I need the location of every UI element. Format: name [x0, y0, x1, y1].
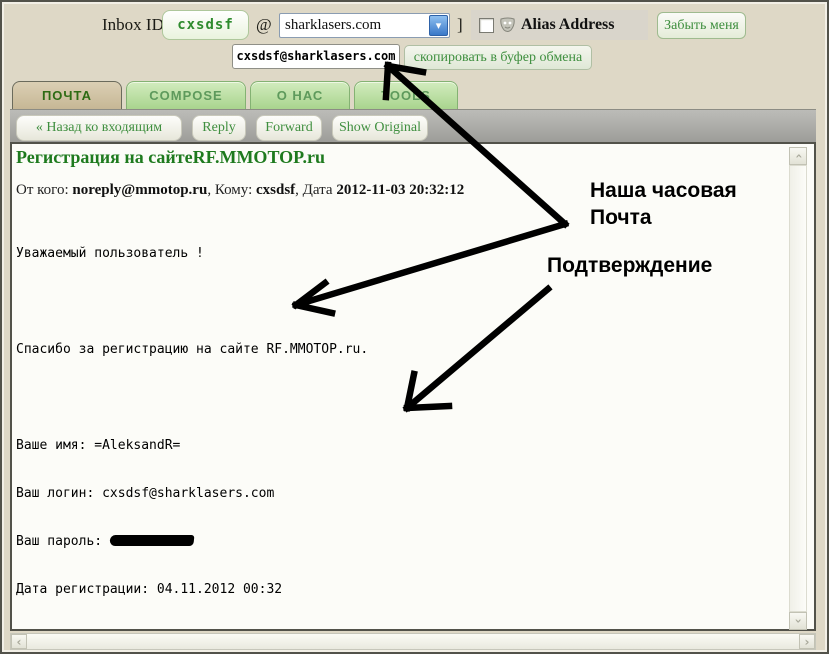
forward-button[interactable]: Forward: [256, 115, 322, 141]
alias-address-label: Alias Address: [521, 16, 615, 33]
email-subject: Регистрация на сайтеRF.MMOTOP.ru: [16, 147, 325, 167]
tab-compose[interactable]: COMPOSE: [126, 81, 246, 109]
copy-to-clipboard-button[interactable]: скопировать в буфер обмена: [404, 45, 592, 70]
body-line: Ваше имя: =AleksandR=: [16, 438, 181, 453]
bracket-close: ]: [457, 15, 463, 34]
at-symbol: @: [256, 15, 272, 34]
from-label: От кого:: [16, 182, 69, 198]
domain-select[interactable]: sharklasers.com ▾: [279, 13, 450, 38]
email-from-line: От кого: noreply@mmotop.ru, Кому: cxsdsf…: [16, 182, 464, 199]
email-body: Уважаемый пользователь ! Спасибо за реги…: [16, 214, 400, 652]
scroll-right-button[interactable]: ›: [799, 634, 815, 649]
forget-me-button[interactable]: Забыть меня: [657, 12, 746, 39]
body-line-password: Ваш пароль:: [16, 534, 400, 550]
chevron-right-icon: ›: [804, 634, 810, 649]
annotation-hourly-mail: Наша часовая Почта: [590, 179, 737, 229]
show-original-button[interactable]: Show Original: [332, 115, 428, 141]
back-to-inbox-button[interactable]: « Назад ко входящим: [16, 115, 182, 141]
alias-panel: Alias Address: [471, 10, 648, 40]
body-line: Дата регистрации: 04.11.2012 00:32: [16, 582, 283, 597]
inbox-id-input[interactable]: cxsdsf: [162, 10, 249, 40]
tab-about[interactable]: О НАС: [250, 81, 350, 109]
body-line: Спасибо за регистрацию на сайте RF.MMOTO…: [16, 342, 369, 357]
body-line: Уважаемый пользователь !: [16, 246, 204, 261]
email-address-display[interactable]: cxsdsf@sharklasers.com: [232, 44, 400, 69]
guerrilla-mail-window: Inbox ID: [ cxsdsf @ sharklasers.com ▾ ]…: [0, 0, 829, 654]
date-label: , Дата: [295, 182, 333, 198]
email-toolbar: « Назад ко входящим Reply Forward Show O…: [10, 109, 816, 142]
domain-select-value: sharklasers.com: [285, 17, 382, 33]
vertical-scrollbar-track[interactable]: [789, 165, 807, 612]
scroll-up-button[interactable]: ›: [789, 147, 807, 165]
scroll-down-button[interactable]: ›: [789, 612, 807, 630]
scroll-left-button[interactable]: ‹: [11, 634, 27, 649]
body-line-login: Ваш логин: cxsdsf@sharklasers.com: [16, 486, 275, 501]
chevron-left-icon: ‹: [16, 634, 22, 649]
date-value: 2012-11-03 20:32:12: [336, 182, 465, 198]
password-redaction: [109, 535, 195, 546]
chevron-up-icon: ›: [790, 153, 805, 159]
alias-checkbox[interactable]: [479, 17, 494, 33]
annotation-confirmation: Подтверждение: [547, 254, 713, 277]
to-label: , Кому:: [207, 182, 253, 198]
horizontal-scrollbar-track[interactable]: [10, 633, 816, 650]
from-value: noreply@mmotop.ru: [72, 182, 208, 198]
alias-mask-icon: [500, 17, 515, 32]
chevron-down-icon: ›: [790, 618, 805, 624]
password-label: Ваш пароль:: [16, 534, 110, 549]
reply-button[interactable]: Reply: [192, 115, 246, 141]
tab-tools[interactable]: TOOLS: [354, 81, 458, 109]
to-value: cxsdsf: [256, 182, 296, 198]
tab-mail[interactable]: ПОЧТА: [12, 81, 122, 109]
chevron-down-icon[interactable]: ▾: [429, 15, 448, 36]
